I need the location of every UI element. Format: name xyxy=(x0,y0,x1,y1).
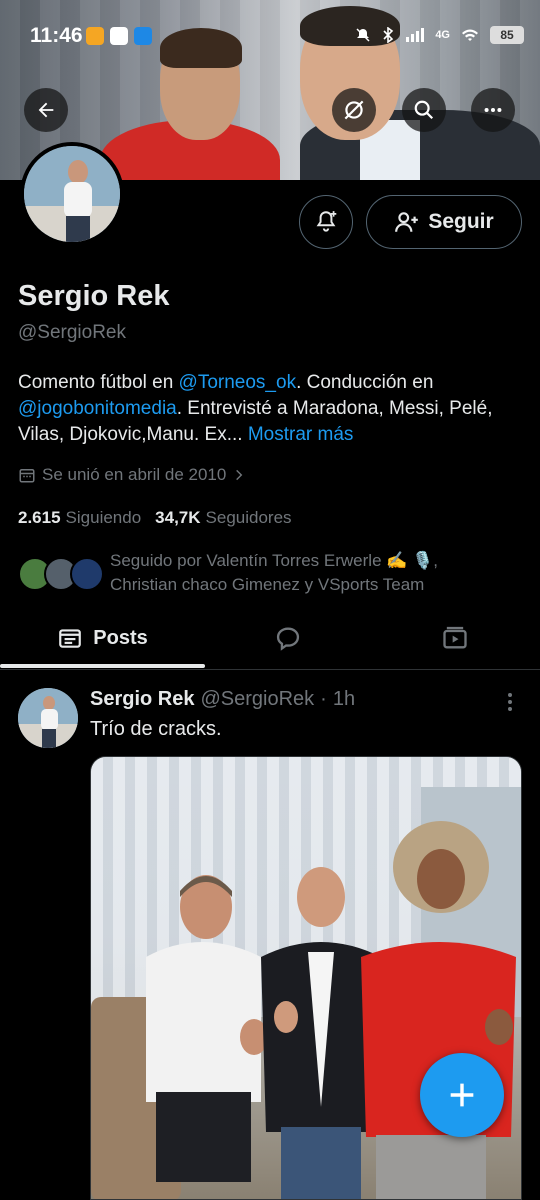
chevron-right-icon xyxy=(236,469,243,481)
battery-indicator: 85 xyxy=(490,26,524,44)
following-label: Siguiendo xyxy=(65,508,142,527)
tab-media[interactable] xyxy=(370,608,540,668)
search-icon xyxy=(414,100,434,120)
compose-post-button[interactable] xyxy=(420,1053,504,1137)
profile-bio: Comento fútbol en @Torneos_ok. Conducció… xyxy=(18,370,518,448)
following-count: 2.615 xyxy=(18,508,61,527)
message-app-icon xyxy=(134,27,152,45)
search-button[interactable] xyxy=(402,88,446,132)
avatar-photo xyxy=(24,146,120,242)
bio-mention-link[interactable]: @Torneos_ok xyxy=(179,372,297,393)
tab-posts[interactable]: Posts xyxy=(0,608,205,668)
photo-person-right xyxy=(361,821,516,1199)
followed-by-line: Seguido por Valentín Torres Erwerle ✍️ 🎙… xyxy=(110,551,439,570)
post-author-avatar[interactable] xyxy=(18,688,78,748)
status-bar: 11:46 4G 85 xyxy=(0,18,540,54)
followers-label: Seguidores xyxy=(205,508,292,527)
calendar-icon xyxy=(19,469,35,483)
post-author-name[interactable]: Sergio Rek xyxy=(90,688,194,711)
profile-avatar[interactable] xyxy=(20,142,124,246)
signal-icon xyxy=(406,28,425,42)
status-right-icons: 4G 85 xyxy=(355,26,524,44)
following-link[interactable]: 2.615 Siguiendo xyxy=(18,508,141,528)
profile-tabs: Posts xyxy=(0,608,540,670)
more-options-button[interactable] xyxy=(471,88,515,132)
network-type: 4G xyxy=(435,29,450,41)
posts-icon xyxy=(59,629,82,648)
follower-avatar xyxy=(70,557,104,591)
bio-text: . Conducción en xyxy=(296,372,434,393)
more-vertical-icon xyxy=(508,693,512,711)
play-store-icon xyxy=(110,27,128,45)
followers-count: 34,7K xyxy=(155,508,201,527)
bio-mention-link[interactable]: @jogobonitomedia xyxy=(18,398,177,419)
person-add-icon xyxy=(395,212,419,232)
followed-by[interactable]: Seguido por Valentín Torres Erwerle ✍️ 🎙… xyxy=(18,549,528,601)
media-icon xyxy=(443,626,467,649)
post-more-button[interactable] xyxy=(496,688,524,716)
show-more-link[interactable]: Mostrar más xyxy=(243,424,354,445)
post-header: Sergio Rek @SergioRek · 1h xyxy=(90,688,355,711)
back-button[interactable] xyxy=(24,88,68,132)
follow-stats: 2.615 Siguiendo 34,7K Seguidores xyxy=(18,508,292,528)
plus-icon xyxy=(450,1083,474,1107)
profile-handle: @SergioRek xyxy=(18,322,126,343)
followed-by-line: Christian chaco Gimenez y VSports Team xyxy=(110,575,425,594)
post-author-handle[interactable]: @SergioRek xyxy=(200,688,314,711)
replies-icon xyxy=(276,627,299,651)
notification-app-icon xyxy=(86,27,104,45)
wifi-icon xyxy=(462,29,478,41)
followed-by-text: Seguido por Valentín Torres Erwerle ✍️ 🎙… xyxy=(110,549,438,597)
joined-date[interactable]: Se unió en abril de 2010 xyxy=(18,465,246,485)
bluetooth-icon xyxy=(383,27,394,43)
followers-link[interactable]: 34,7K Seguidores xyxy=(155,508,291,528)
arrow-left-icon xyxy=(38,102,54,118)
bio-text: Comento fútbol en xyxy=(18,372,179,393)
notifications-button[interactable] xyxy=(299,195,353,249)
status-time: 11:46 xyxy=(30,24,83,47)
grok-button[interactable] xyxy=(332,88,376,132)
tab-replies[interactable] xyxy=(205,608,370,668)
photo-person-left xyxy=(146,875,266,1182)
profile-name: Sergio Rek xyxy=(18,280,170,312)
bell-plus-icon xyxy=(316,211,337,232)
joined-text: Se unió en abril de 2010 xyxy=(42,465,227,484)
grok-icon xyxy=(344,100,364,120)
post-text: Trío de cracks. xyxy=(90,718,222,740)
tab-posts-label: Posts xyxy=(93,626,148,649)
post-time[interactable]: 1h xyxy=(333,688,355,711)
follow-button-label: Seguir xyxy=(428,210,494,233)
mute-icon xyxy=(356,28,370,42)
more-horizontal-icon xyxy=(484,107,502,113)
follow-button[interactable]: Seguir xyxy=(366,195,522,249)
active-tab-indicator xyxy=(0,664,205,668)
post-separator: · xyxy=(320,688,327,710)
post-avatar-photo xyxy=(18,688,78,748)
